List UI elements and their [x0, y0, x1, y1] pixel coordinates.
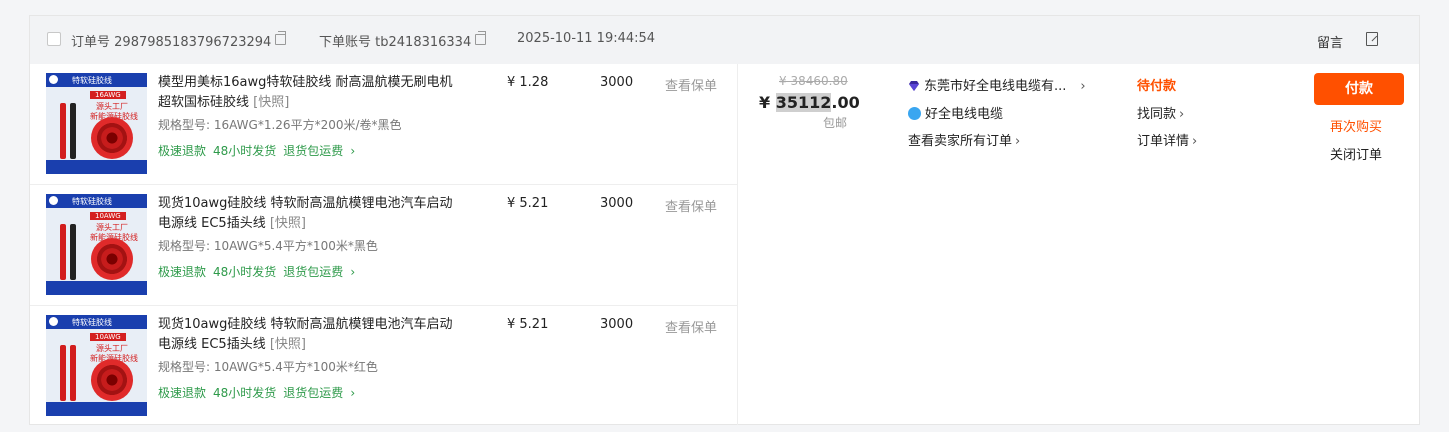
message-link[interactable]: 留言 — [1317, 32, 1343, 51]
chat-bubble-icon — [908, 107, 921, 120]
copy-order-number-icon[interactable] — [275, 31, 287, 45]
product-thumbnail[interactable]: 特软硅胶线 10AWG 源头工厂 新能源硅胶线 — [46, 194, 147, 295]
brand-logo-icon — [49, 317, 58, 326]
brand-logo-icon — [49, 196, 58, 205]
unit-price: ¥ 1.28 — [507, 75, 549, 90]
chevron-right-icon: › — [350, 265, 356, 279]
quantity: 3000 — [600, 196, 634, 211]
unit-price: ¥ 5.21 — [507, 317, 549, 332]
order-account: 下单账号 tb2418316334 — [319, 31, 487, 50]
snapshot-link[interactable]: [快照] — [270, 216, 306, 231]
total-price: ¥ 35112.00 — [759, 93, 860, 112]
chevron-right-icon: › — [350, 144, 356, 158]
service-tags: 极速退款 48小时发货 退货包运费 › — [158, 144, 356, 158]
brand-logo-icon — [49, 75, 58, 84]
rebuy-link[interactable]: 再次购买 — [1330, 116, 1382, 135]
close-order-link[interactable]: 关闭订单 — [1330, 144, 1382, 163]
chevron-right-icon: › — [1192, 134, 1198, 149]
snapshot-link[interactable]: [快照] — [270, 337, 306, 352]
shop-name-link[interactable]: 东莞市好全电线电缆有... › — [908, 75, 1086, 94]
pay-button[interactable]: 付款 — [1314, 73, 1404, 105]
order-item: 特软硅胶线 10AWG 源头工厂 新能源硅胶线 现货10awg硅胶线 特软耐高温… — [30, 306, 737, 427]
view-insurance-link[interactable]: 查看保单 — [665, 317, 717, 336]
copy-account-icon[interactable] — [475, 31, 487, 45]
order-detail-link[interactable]: 订单详情 › — [1137, 130, 1197, 149]
diamond-icon — [909, 81, 919, 91]
quantity: 3000 — [600, 317, 634, 332]
product-spec: 规格型号: 16AWG*1.26平方*200米/卷*黑色 — [158, 118, 402, 132]
product-spec: 规格型号: 10AWG*5.4平方*100米*黑色 — [158, 239, 378, 253]
order-number: 订单号 2987985183796723294 — [71, 31, 287, 50]
snapshot-link[interactable]: [快照] — [253, 95, 289, 110]
store-contact-link[interactable]: 好全电线电缆 — [908, 103, 1003, 122]
product-thumbnail[interactable]: 特软硅胶线 16AWG 源头工厂 新能源硅胶线 — [46, 73, 147, 174]
product-title[interactable]: 现货10awg硅胶线 特软耐高温航模锂电池汽车启动电源线 EC5插头线 [快照] — [158, 194, 458, 234]
product-title[interactable]: 模型用美标16awg特软硅胶线 耐高温航模无刷电机超软国标硅胶线 [快照] — [158, 73, 458, 113]
product-spec: 规格型号: 10AWG*5.4平方*100米*红色 — [158, 360, 378, 374]
chevron-right-icon: › — [1015, 134, 1021, 149]
service-tags: 极速退款 48小时发货 退货包运费 › — [158, 265, 356, 279]
chevron-right-icon: › — [350, 386, 356, 400]
chevron-right-icon: › — [1080, 79, 1086, 94]
order-status: 待付款 — [1137, 79, 1177, 94]
seller-all-orders-link[interactable]: 查看卖家所有订单 › — [908, 130, 1020, 149]
product-thumbnail[interactable]: 特软硅胶线 10AWG 源头工厂 新能源硅胶线 — [46, 315, 147, 416]
view-insurance-link[interactable]: 查看保单 — [665, 75, 717, 94]
order-card: 订单号 2987985183796723294 下单账号 tb241831633… — [29, 15, 1420, 425]
order-item: 特软硅胶线 10AWG 源头工厂 新能源硅胶线 现货10awg硅胶线 特软耐高温… — [30, 185, 737, 306]
find-same-link[interactable]: 找同款 › — [1137, 103, 1184, 122]
view-insurance-link[interactable]: 查看保单 — [665, 196, 717, 215]
order-header: 订单号 2987985183796723294 下单账号 tb241831633… — [30, 16, 1419, 64]
select-order-checkbox[interactable] — [47, 32, 61, 46]
product-title[interactable]: 现货10awg硅胶线 特软耐高温航模锂电池汽车启动电源线 EC5插头线 [快照] — [158, 315, 458, 355]
order-item: 特软硅胶线 16AWG 源头工厂 新能源硅胶线 模型用美标16awg特软硅胶线 … — [30, 64, 737, 185]
unit-price: ¥ 5.21 — [507, 196, 549, 211]
service-tags: 极速退款 48小时发货 退货包运费 › — [158, 386, 356, 400]
chevron-right-icon: › — [1179, 107, 1185, 122]
divider — [737, 64, 738, 425]
quantity: 3000 — [600, 75, 634, 90]
shipping-note: 包邮 — [823, 116, 848, 130]
note-edit-icon[interactable] — [1366, 32, 1378, 46]
original-price: ¥ 38460.80 — [779, 74, 848, 88]
order-time: 2025-10-11 19:44:54 — [517, 31, 656, 46]
